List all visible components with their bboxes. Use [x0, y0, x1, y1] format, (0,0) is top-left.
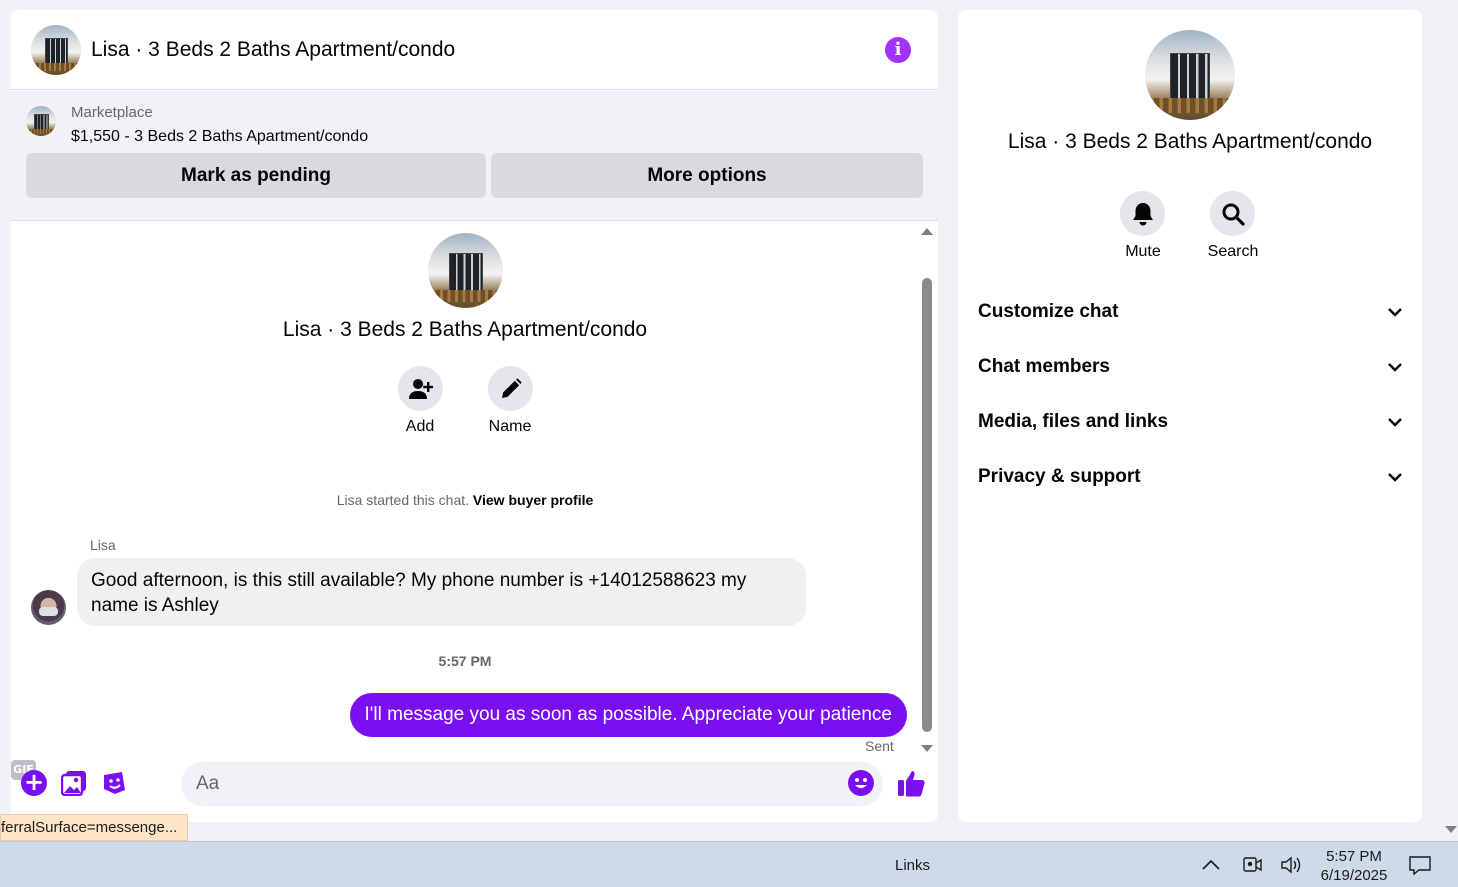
scroll-down-arrow[interactable] — [921, 745, 933, 752]
bell-icon — [1132, 202, 1153, 225]
chat-title[interactable]: Lisa · 3 Beds 2 Baths Apartment/condo — [91, 38, 455, 62]
message-list[interactable]: Lisa · 3 Beds 2 Baths Apartment/condo Ad… — [11, 222, 919, 757]
mark-as-pending-button[interactable]: Mark as pending — [26, 153, 486, 198]
taskbar: Links 5:57 PM 6/19/2025 — [0, 841, 1458, 887]
chevron-down-icon — [1388, 363, 1402, 372]
info-title: Lisa · 3 Beds 2 Baths Apartment/condo — [1007, 130, 1373, 153]
incoming-message[interactable]: Good afternoon, is this still available?… — [77, 558, 806, 626]
add-button[interactable] — [398, 366, 443, 411]
sent-status: Sent — [865, 738, 894, 754]
section-label: Media, files and links — [978, 411, 1169, 432]
chevron-down-icon — [1388, 308, 1402, 317]
search-button[interactable] — [1210, 191, 1255, 236]
name-label: Name — [488, 418, 532, 435]
scroll-up-arrow[interactable] — [921, 228, 933, 235]
info-avatar — [1145, 30, 1235, 120]
more-options-button[interactable]: More options — [491, 153, 923, 198]
outgoing-message[interactable]: I'll message you as soon as possible. Ap… — [349, 693, 907, 737]
plus-icon[interactable]: + — [21, 770, 47, 796]
conversation-avatar — [428, 233, 503, 308]
sender-avatar[interactable] — [31, 590, 66, 625]
meet-icon[interactable] — [1240, 854, 1264, 876]
taskbar-links[interactable]: Links — [895, 857, 930, 874]
clock-time: 5:57 PM — [1326, 848, 1382, 865]
mute-label: Mute — [1125, 243, 1161, 260]
info-icon[interactable]: i — [885, 37, 911, 63]
chevron-down-icon — [1388, 418, 1402, 427]
add-label: Add — [405, 418, 435, 435]
thumbs-up-icon[interactable] — [896, 768, 926, 798]
taskbar-clock[interactable]: 5:57 PM 6/19/2025 — [1312, 847, 1396, 885]
image-icon[interactable] — [61, 770, 87, 796]
status-url-tooltip: ferralSurface=messenge... — [0, 814, 189, 841]
chat-panel: Lisa · 3 Beds 2 Baths Apartment/condo i … — [11, 10, 938, 822]
chat-avatar[interactable] — [31, 24, 81, 75]
pencil-icon — [501, 377, 522, 398]
search-icon — [1222, 203, 1245, 226]
chat-started-notice: Lisa started this chat. View buyer profi… — [11, 492, 919, 508]
sender-name: Lisa — [90, 537, 116, 553]
listing-thumbnail[interactable] — [26, 106, 56, 136]
page-scroll-down-arrow[interactable] — [1445, 826, 1457, 833]
started-text: Lisa started this chat. — [336, 492, 470, 508]
page-scrollbar[interactable] — [1442, 0, 1458, 840]
customize-chat-section[interactable]: Customize chat — [968, 290, 1412, 334]
chat-header: Lisa · 3 Beds 2 Baths Apartment/condo i — [11, 10, 938, 90]
section-label: Privacy & support — [978, 466, 1141, 487]
emoji-face — [855, 778, 867, 788]
listing-title[interactable]: $1,550 - 3 Beds 2 Baths Apartment/condo — [71, 128, 368, 146]
conversation-title: Lisa · 3 Beds 2 Baths Apartment/condo — [282, 318, 648, 341]
privacy-support-section[interactable]: Privacy & support — [968, 455, 1412, 499]
user-plus-icon — [408, 378, 433, 399]
message-timestamp: 5:57 PM — [438, 653, 492, 669]
chat-members-section[interactable]: Chat members — [968, 345, 1412, 389]
section-label: Chat members — [978, 356, 1110, 377]
chevron-down-icon — [1388, 473, 1402, 482]
media-files-links-section[interactable]: Media, files and links — [968, 400, 1412, 444]
scroll-thumb[interactable] — [922, 278, 932, 732]
mute-button[interactable] — [1120, 191, 1165, 236]
emoji-icon[interactable] — [848, 770, 874, 796]
section-label: Customize chat — [978, 301, 1119, 322]
message-scrollbar[interactable] — [920, 222, 934, 752]
composer: + GIF — [11, 760, 938, 810]
search-label: Search — [1207, 243, 1259, 260]
chevron-up-icon[interactable] — [1199, 854, 1223, 876]
view-buyer-profile-link[interactable]: View buyer profile — [473, 492, 593, 508]
message-input[interactable] — [181, 762, 883, 806]
marketplace-label: Marketplace — [71, 104, 153, 121]
marketplace-banner: Marketplace $1,550 - 3 Beds 2 Baths Apar… — [11, 91, 938, 221]
info-panel: Lisa · 3 Beds 2 Baths Apartment/condo Mu… — [958, 10, 1422, 822]
name-button[interactable] — [488, 366, 533, 411]
sticker-icon[interactable] — [101, 770, 127, 796]
speaker-icon[interactable] — [1279, 854, 1303, 876]
clock-date: 6/19/2025 — [1320, 867, 1388, 884]
notification-icon[interactable] — [1408, 854, 1432, 876]
